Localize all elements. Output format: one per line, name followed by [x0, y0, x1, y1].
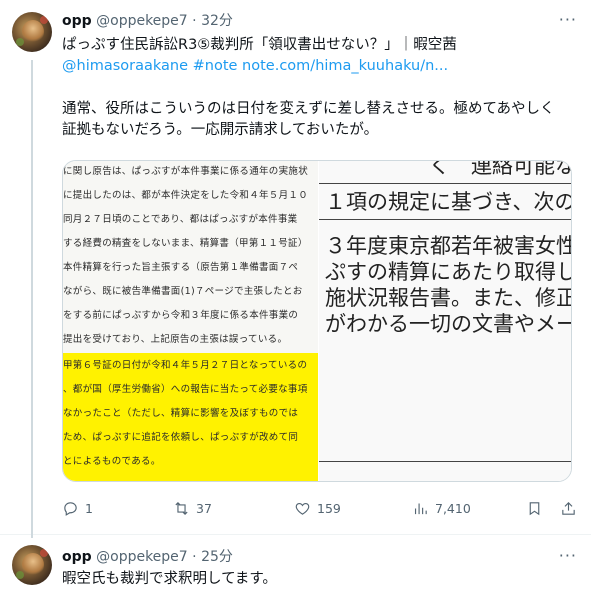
tweet-header: opp @oppekepe7 · 32分 — [62, 12, 233, 30]
author-handle[interactable]: @oppekepe7 — [96, 549, 188, 565]
doc-line: １項の規定に基づき、次の — [325, 190, 572, 214]
author-handle[interactable]: @oppekepe7 — [96, 13, 188, 29]
timestamp[interactable]: 25分 — [201, 549, 233, 565]
document-image-right[interactable]: く 連絡可能な １項の規定に基づき、次の ３年度東京都若年被害女性 ぷすの精算に… — [319, 161, 572, 481]
doc-rule — [319, 461, 571, 462]
tweet-header: opp @oppekepe7 · 25分 — [62, 548, 233, 566]
doc-line: する経費の精査をしないまま、精算書（甲第１１号証） — [63, 238, 308, 249]
like-button[interactable]: 159 — [294, 497, 341, 519]
tweet[interactable]: opp @oppekepe7 · 25分 ··· 暇空氏も裁判で求釈明してます。 — [0, 536, 591, 591]
tweet-text-title: ぱっぷす住民訴訟R3⑤裁判所「領収書出せない？」｜暇空茜 — [62, 37, 457, 53]
reply-icon — [64, 501, 77, 516]
doc-line: ながら、既に被告準備書面(1)７ページで主張したとお — [63, 286, 303, 297]
doc-line: く 連絡可能な — [429, 161, 572, 178]
separator-dot: · — [192, 13, 197, 29]
views-button[interactable]: 7,410 — [412, 497, 471, 519]
doc-line: をする前にぱっぷすから令和３年度に係る本件事業の — [63, 310, 299, 321]
tweet-actions: 1 37 159 7,410 — [62, 497, 578, 519]
more-options-icon[interactable]: ··· — [559, 546, 577, 565]
doc-line: に提出したのは、都が本件決定をした令和４年５月１０ — [63, 190, 309, 201]
author-name[interactable]: opp — [62, 13, 92, 29]
doc-line: なかったこと（ただし、精算に影響を及ぼすものでは — [63, 408, 299, 419]
doc-rule — [319, 219, 571, 220]
doc-line: 同月２７日頃のことであり、都はぱっぷすが本件事業 — [63, 214, 298, 225]
doc-line: 甲第６号証の日付が令和４年５月２７日となっているの — [63, 360, 308, 371]
reply-button[interactable]: 1 — [62, 497, 93, 519]
doc-line: とによるものである。 — [63, 456, 161, 467]
doc-line: ぷすの精算にあたり取得し — [325, 260, 572, 284]
retweet-icon — [175, 501, 188, 515]
document-image-left[interactable]: に関し原告は、ぱっぷすが本件事業に係る通年の実施状 に提出したのは、都が本件決定… — [63, 161, 318, 481]
doc-line: 提出を受けており、上記原告の主張は誤っている。 — [63, 334, 288, 345]
share-button[interactable] — [560, 497, 577, 519]
like-count: 159 — [317, 500, 341, 516]
heart-icon — [295, 502, 310, 515]
avatar[interactable] — [12, 12, 52, 52]
thread-connector — [31, 60, 33, 538]
doc-line: 、都が国（厚生労働省）への報告に当たって必要な事項 — [63, 384, 308, 395]
share-icon — [562, 501, 575, 515]
tweet-link[interactable]: @himasoraakane #note note.com/hima_kuuha… — [62, 56, 578, 77]
tweet-media[interactable]: に関し原告は、ぱっぷすが本件事業に係る通年の実施状 に提出したのは、都が本件決定… — [62, 160, 572, 482]
timestamp[interactable]: 32分 — [201, 13, 233, 29]
bookmark-icon — [529, 501, 540, 515]
author-name[interactable]: opp — [62, 549, 92, 565]
more-options-icon[interactable]: ··· — [559, 10, 577, 29]
tweet-text-body: 通常、役所はこういうのは日付を変えずに差し替えさせる。極めてあやしく — [62, 101, 555, 117]
doc-line: 本件精算を行った旨主張する（原告第１準備書面７ペ — [63, 262, 299, 273]
separator-dot: · — [192, 549, 197, 565]
bookmark-button[interactable] — [526, 497, 543, 519]
view-count: 7,410 — [435, 500, 471, 516]
views-icon — [414, 503, 427, 514]
avatar[interactable] — [12, 545, 52, 585]
tweet-text-body-2: 証拠もないだろう。一応開示請求しておいたが。 — [62, 122, 379, 138]
doc-line: ３年度東京都若年被害女性 — [325, 234, 572, 258]
doc-line: に関し原告は、ぱっぷすが本件事業に係る通年の実施状 — [63, 166, 309, 177]
doc-rule — [319, 183, 571, 184]
tweet-text-body: 暇空氏も裁判で求釈明してます。 — [62, 571, 277, 587]
tweet[interactable]: opp @oppekepe7 · 32分 ··· ぱっぷす住民訴訟R3⑤裁判所「… — [0, 0, 591, 538]
doc-line: がわかる一切の文書やメー — [325, 312, 572, 336]
doc-line: 施状況報告書。また、修正 — [325, 286, 572, 310]
doc-line: ため、ぱっぷすに追記を依頼し、ぱっぷすが改めて同 — [63, 432, 299, 443]
retweet-count: 37 — [196, 500, 212, 516]
retweet-button[interactable]: 37 — [173, 497, 212, 519]
reply-count: 1 — [85, 500, 93, 516]
